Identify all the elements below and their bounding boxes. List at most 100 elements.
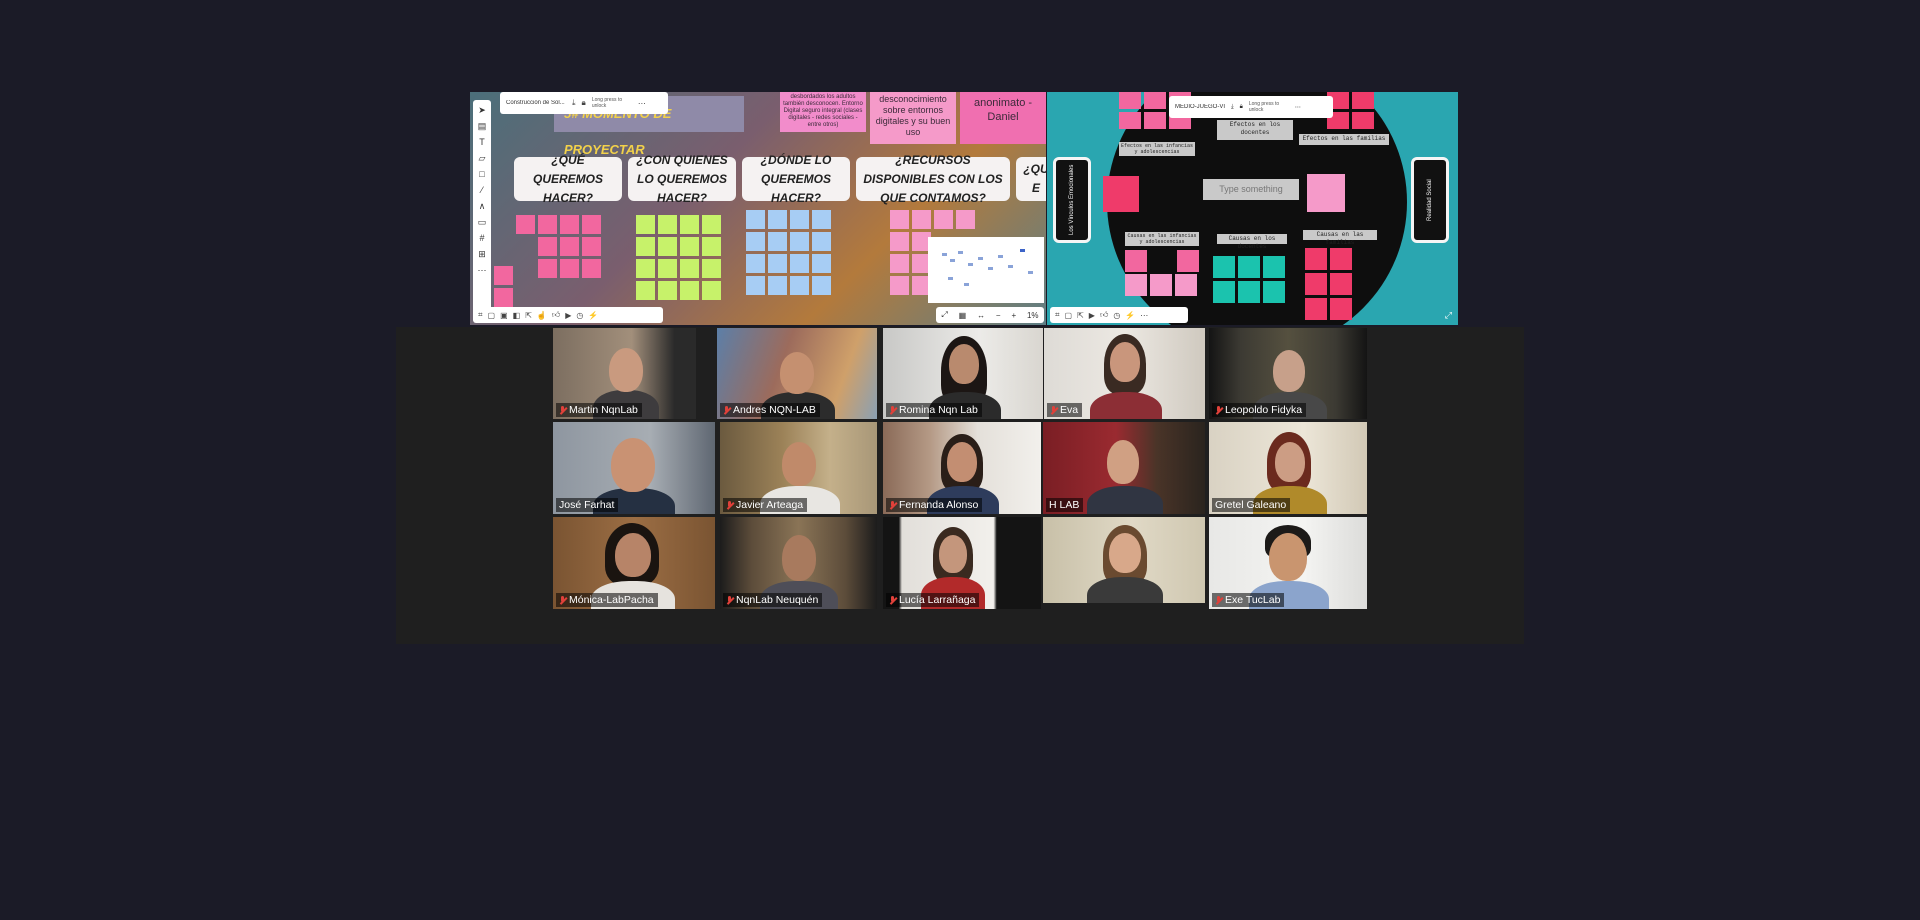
sticky-note[interactable] bbox=[1177, 250, 1199, 272]
upload-tool-icon[interactable]: ⊞ bbox=[478, 248, 486, 260]
video-tile[interactable]: Exe TucLab bbox=[1209, 517, 1367, 609]
board-top-toolbar[interactable]: Construcción de Sol... ⤓ 🔒︎ Long press t… bbox=[500, 92, 668, 114]
video-tile-active-speaker[interactable]: José Farhat bbox=[553, 422, 715, 514]
download-icon[interactable]: ⤓ bbox=[572, 98, 576, 108]
board-bottom-toolbar: ⌗ ▢ ▣ ◧ ⇱ ☝ 👍︎ ▶ ◷ ⚡ bbox=[473, 307, 663, 323]
side-card-right[interactable]: Realidad Social bbox=[1411, 157, 1449, 243]
video-tile[interactable] bbox=[1043, 517, 1205, 603]
sticky-notes-causes-children bbox=[1125, 274, 1197, 296]
like-icon[interactable]: 👍︎ bbox=[552, 310, 560, 320]
board-bottom-toolbar: ⌗ ▢ ⇱ ▶ 👍︎ ◷ ⚡ ⋯ bbox=[1050, 307, 1188, 323]
video-tile[interactable]: Gretel Galeano bbox=[1209, 422, 1367, 514]
person-face bbox=[611, 438, 655, 492]
zoom-in-icon[interactable]: + bbox=[1011, 311, 1016, 320]
board-top-toolbar[interactable]: MEDIO-JUEGO-VID-... ⤓ 🔒︎ Long press to u… bbox=[1169, 96, 1333, 118]
board-left-toolbar: ➤ ▤ T ▱ □ ⁄ ∧ ▭ # ⊞ ⋯ bbox=[473, 100, 491, 312]
label-effects-children[interactable]: Efectos en las infancias y adolescencias bbox=[1119, 142, 1195, 156]
fullscreen-icon[interactable]: ⤢ bbox=[941, 310, 947, 320]
video-tile[interactable]: Lucía Larrañaga bbox=[883, 517, 1041, 609]
sticky-note[interactable] bbox=[1125, 250, 1147, 272]
cards-icon[interactable]: ◧ bbox=[513, 311, 521, 320]
like-icon[interactable]: 👍︎ bbox=[1100, 310, 1108, 320]
sticky-note[interactable] bbox=[1307, 174, 1345, 212]
sticky-note[interactable]: anonimato - Daniel bbox=[960, 92, 1046, 144]
board-file-name: MEDIO-JUEGO-VID-... bbox=[1175, 104, 1225, 110]
fit-icon[interactable]: ↔ bbox=[977, 311, 985, 320]
frames-icon[interactable]: ⌗ bbox=[478, 310, 483, 320]
activity-icon[interactable]: ⚡ bbox=[1125, 311, 1135, 320]
frame-tool-icon[interactable]: # bbox=[479, 232, 484, 244]
select-tool-icon[interactable]: ➤ bbox=[478, 104, 486, 116]
question-card[interactable]: ¿DÓNDE LO QUEREMOS HACER? bbox=[742, 153, 850, 205]
video-tile[interactable]: Mónica-LabPacha bbox=[553, 517, 715, 609]
fullscreen-icon[interactable]: ⤢ bbox=[1445, 310, 1452, 321]
question-card[interactable]: ¿RECURSOS DISPONIBLES CON LOS QUE CONTAM… bbox=[856, 153, 1010, 205]
video-tile[interactable]: Eva bbox=[1044, 328, 1205, 419]
question-card[interactable]: ¿QU E bbox=[1016, 157, 1046, 201]
person-face bbox=[947, 442, 977, 482]
side-card-left[interactable]: Los Vínculos Emocionales bbox=[1053, 157, 1091, 243]
comment-tool-icon[interactable]: ▭ bbox=[478, 216, 487, 228]
video-icon[interactable]: ▶ bbox=[565, 311, 571, 320]
timer-icon[interactable]: ◷ bbox=[1113, 311, 1120, 320]
line-tool-icon[interactable]: ⁄ bbox=[481, 184, 483, 196]
reactions-icon[interactable]: ☝ bbox=[537, 311, 547, 320]
board-file-name: Construcción de Sol... bbox=[506, 100, 565, 106]
sticky-note-tool-icon[interactable]: ▱ bbox=[479, 152, 486, 164]
comments-icon[interactable]: ▢ bbox=[1065, 311, 1073, 320]
more-tools-icon[interactable]: ⋯ bbox=[478, 264, 487, 276]
activity-icon[interactable]: ⚡ bbox=[588, 311, 598, 320]
sticky-note[interactable]: desconocimiento sobre entornos digitales… bbox=[870, 92, 956, 144]
board-minimap[interactable] bbox=[928, 237, 1044, 303]
video-tile[interactable]: NqnLab Neuquén bbox=[720, 517, 877, 609]
shared-whiteboard-right[interactable]: Los Vínculos Emocionales Realidad Social… bbox=[1047, 92, 1458, 325]
frames-icon[interactable]: ⌗ bbox=[1055, 310, 1060, 320]
video-tile[interactable]: Martin NqnLab bbox=[553, 328, 696, 419]
participant-name-label: Fernanda Alonso bbox=[886, 498, 983, 512]
download-icon[interactable]: ⤓ bbox=[1231, 104, 1234, 111]
share-icon[interactable]: ⇱ bbox=[1077, 311, 1084, 320]
label-effects-teachers[interactable]: Efectos en los docentes bbox=[1217, 120, 1293, 140]
video-tile[interactable]: Javier Arteaga bbox=[720, 422, 877, 514]
text-input-placeholder[interactable]: Type something bbox=[1203, 179, 1299, 200]
label-effects-families[interactable]: Efectos en las familias bbox=[1299, 134, 1389, 145]
shared-whiteboard-left[interactable]: 5# MOMENTO DE PROYECTAR desbordados los … bbox=[470, 92, 1046, 325]
shape-tool-icon[interactable]: □ bbox=[479, 168, 484, 180]
video-tile[interactable]: Fernanda Alonso bbox=[883, 422, 1041, 514]
timer-icon[interactable]: ◷ bbox=[576, 311, 583, 320]
video-tile[interactable]: Andres NQN-LAB bbox=[717, 328, 877, 419]
zoom-controls: ⤢ ▦ ↔ − + 1% bbox=[936, 307, 1044, 323]
more-icon[interactable]: ⋯ bbox=[1295, 104, 1301, 111]
muted-mic-icon bbox=[726, 500, 733, 510]
map-icon[interactable]: ▦ bbox=[959, 311, 967, 320]
lock-icon[interactable]: 🔒︎ bbox=[1240, 104, 1243, 111]
sticky-note[interactable]: desbordados los adultos también desconoc… bbox=[780, 92, 866, 132]
template-tool-icon[interactable]: ▤ bbox=[478, 120, 487, 132]
muted-mic-icon bbox=[889, 595, 896, 605]
share-icon[interactable]: ⇱ bbox=[525, 311, 532, 320]
label-causes-children[interactable]: Causas en las infancias y adolescencias bbox=[1125, 232, 1199, 246]
comments-icon[interactable]: ▢ bbox=[488, 311, 496, 320]
more-icon[interactable]: ⋯ bbox=[1140, 311, 1148, 320]
video-tile[interactable]: Leopoldo Fidyka bbox=[1209, 328, 1367, 419]
video-tile[interactable]: H LAB bbox=[1043, 422, 1205, 514]
person-body bbox=[1087, 486, 1163, 514]
sticky-note[interactable] bbox=[1103, 176, 1139, 212]
more-icon[interactable]: ⋯ bbox=[638, 99, 646, 108]
pen-tool-icon[interactable]: ∧ bbox=[479, 200, 486, 212]
label-causes-families[interactable]: Causas en las familias bbox=[1303, 230, 1377, 246]
zoom-out-icon[interactable]: − bbox=[996, 311, 1001, 320]
sticky-notes-side bbox=[494, 266, 513, 307]
participant-name-label: Lucía Larrañaga bbox=[886, 593, 980, 607]
lock-hint: Long press to unlock bbox=[1248, 101, 1280, 113]
muted-mic-icon bbox=[1215, 405, 1222, 415]
question-card[interactable]: ¿CON QUIENES LO QUEREMOS HACER? bbox=[628, 153, 736, 205]
question-card[interactable]: ¿QUÉ QUEREMOS HACER? bbox=[514, 153, 622, 205]
video-icon[interactable]: ▶ bbox=[1089, 311, 1095, 320]
video-tile[interactable]: Romina Nqn Lab bbox=[883, 328, 1043, 419]
label-causes-teachers[interactable]: Causas en los docentes bbox=[1217, 234, 1287, 250]
chat-icon[interactable]: ▣ bbox=[500, 311, 508, 320]
text-tool-icon[interactable]: T bbox=[479, 136, 485, 148]
participant-name-label: Exe TucLab bbox=[1212, 593, 1285, 607]
lock-icon[interactable]: 🔒︎ bbox=[582, 98, 586, 108]
